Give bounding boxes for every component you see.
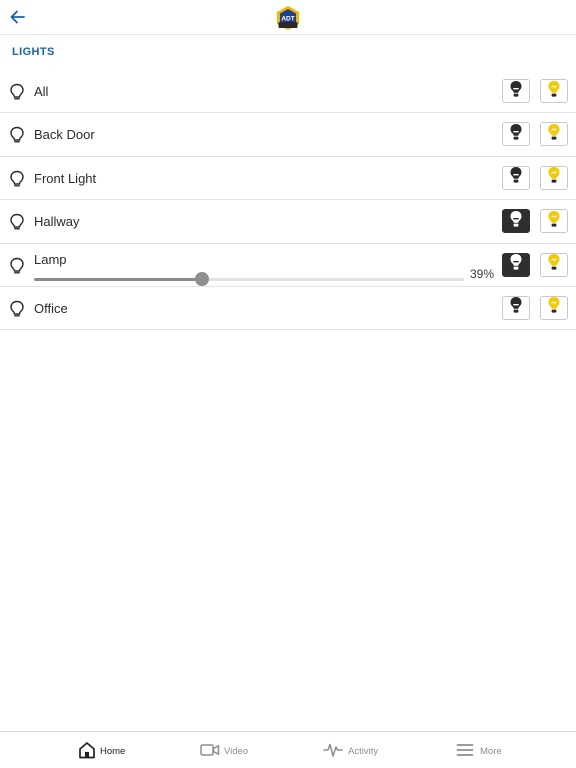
bulb-off-icon <box>509 210 523 233</box>
turn-on-button[interactable] <box>540 295 568 320</box>
lightbulb-outline-icon <box>9 126 25 144</box>
bulb-on-icon <box>547 253 561 276</box>
brightness-level: 39% <box>470 266 495 281</box>
tab-video[interactable]: Video <box>200 741 270 761</box>
light-name: Back Door <box>34 127 95 143</box>
light-row[interactable]: Hallway <box>0 200 576 244</box>
lightbulb-outline-icon <box>9 300 25 318</box>
turn-off-button[interactable] <box>502 295 530 320</box>
light-name: Office <box>34 300 68 316</box>
turn-on-button[interactable] <box>540 209 568 234</box>
bulb-off-icon <box>509 296 523 319</box>
tab-label: More <box>480 746 502 757</box>
lights-list: All Back Door Front Light Hallway Lamp 39% Off… <box>0 70 576 331</box>
light-name: Hallway <box>34 214 80 230</box>
bottom-tab-bar: Home Video Activity More <box>0 731 576 768</box>
lightbulb-outline-icon <box>9 83 25 101</box>
adt-logo: ADT <box>275 5 301 31</box>
tab-more[interactable]: More <box>456 741 526 761</box>
lightbulb-outline-icon <box>9 257 25 275</box>
logo-text: ADT <box>281 16 294 23</box>
bulb-off-icon <box>509 80 523 103</box>
tab-label: Activity <box>348 746 379 757</box>
dimmer-slider[interactable] <box>34 271 464 288</box>
arrow-left-icon <box>10 10 25 24</box>
turn-off-button[interactable] <box>502 165 530 190</box>
light-row[interactable]: Front Light <box>0 157 576 201</box>
bulb-off-icon <box>509 253 523 276</box>
light-name: Front Light <box>34 170 97 186</box>
bulb-off-icon <box>509 123 523 146</box>
tab-home[interactable]: Home <box>78 741 148 761</box>
tab-label: Home <box>100 746 126 757</box>
turn-off-button[interactable] <box>502 252 530 277</box>
light-row[interactable]: Lamp 39% <box>0 244 576 287</box>
bulb-on-icon <box>547 210 561 233</box>
turn-on-button[interactable] <box>540 79 568 103</box>
turn-off-button[interactable] <box>502 122 530 147</box>
slider-thumb[interactable] <box>194 271 209 286</box>
turn-off-button[interactable] <box>502 209 530 234</box>
bulb-on-icon <box>547 296 561 319</box>
top-bar: ADT <box>0 0 576 35</box>
bulb-on-icon <box>547 80 561 103</box>
light-row[interactable]: Office <box>0 287 576 331</box>
turn-on-button[interactable] <box>540 165 568 190</box>
light-row[interactable]: Back Door <box>0 113 576 157</box>
turn-on-button[interactable] <box>540 122 568 147</box>
bulb-off-icon <box>509 166 523 189</box>
bulb-on-icon <box>547 123 561 146</box>
light-row[interactable]: All <box>0 70 576 114</box>
tab-label: Video <box>224 746 249 757</box>
section-title: LIGHTS <box>12 46 55 58</box>
lightbulb-outline-icon <box>9 213 25 231</box>
light-name: Lamp <box>34 251 67 267</box>
tab-activity[interactable]: Activity <box>323 741 393 761</box>
slider-fill <box>34 277 202 281</box>
light-name: All <box>34 84 49 99</box>
turn-off-button[interactable] <box>502 79 530 103</box>
lightbulb-outline-icon <box>9 170 25 188</box>
back-button[interactable] <box>6 5 30 29</box>
turn-on-button[interactable] <box>540 252 568 277</box>
bulb-on-icon <box>547 166 561 189</box>
